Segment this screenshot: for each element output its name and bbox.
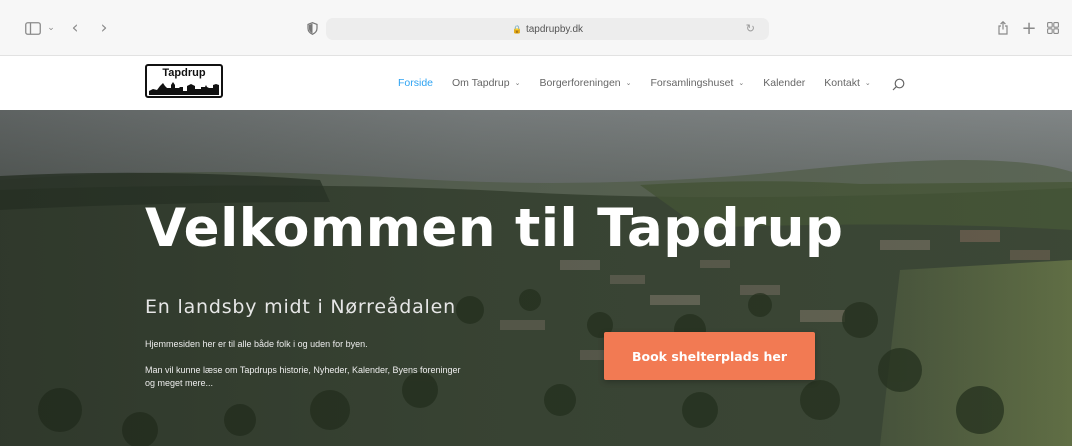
forward-icon[interactable]: › [97,18,111,38]
site-logo[interactable]: Tapdrup [145,64,223,98]
hero-subtitle: En landsby midt i Nørreådalen [145,296,456,318]
nav-item-borgerforeningen[interactable]: Borgerforeningen ⌄ [539,77,631,89]
url-text: tapdrupby.dk [525,23,584,35]
back-icon[interactable]: ‹ [68,18,82,38]
hero-section: Velkommen til Tapdrup En landsby midt i … [0,110,1072,446]
site-header: Tapdrup Forside Om Tapdrup ⌄ Borgerforeni… [0,56,1072,110]
nav-item-label: Forside [398,77,434,89]
chevron-down-icon: ⌄ [864,80,871,87]
hero-paragraph-intro: Hjemmesiden her er til alle både folk i … [145,339,368,349]
nav-item-kalender[interactable]: Kalender [763,77,805,89]
book-shelter-button[interactable]: Book shelterplads her [604,332,815,380]
plus-icon[interactable]: + [1021,18,1036,39]
nav-item-label: Kontakt [824,77,860,89]
village-silhouette-icon [149,82,219,95]
share-icon[interactable] [996,19,1010,37]
hero-overlay [0,110,1072,446]
nav-item-kontakt[interactable]: Kontakt ⌄ [824,77,870,89]
logo-text: Tapdrup [162,67,206,79]
sidebar-icon[interactable] [24,19,42,37]
nav-item-label: Forsamlingshuset [650,77,734,89]
hero-paragraph-details: Man vil kunne læse om Tapdrups historie,… [145,365,461,388]
nav-item-label: Borgerforeningen [539,77,621,89]
reload-icon[interactable]: ↻ [746,22,755,35]
chevron-down-icon: ⌄ [625,80,632,87]
browser-toolbar: ⌄ ‹ › 🔒 tapdrupby.dk ↻ + [0,0,1072,56]
nav-item-forsamlingshuset[interactable]: Forsamlingshuset ⌄ [651,77,745,89]
nav-item-label: Om Tapdrup [452,77,510,89]
chevron-down-icon[interactable]: ⌄ [46,19,56,37]
address-bar[interactable]: 🔒 tapdrupby.dk ↻ [326,18,769,40]
chevron-down-icon: ⌄ [738,80,745,87]
chevron-down-icon: ⌄ [514,80,521,87]
shield-icon[interactable] [305,19,319,37]
hero-title: Velkommen til Tapdrup [145,198,844,259]
lock-icon: 🔒 [511,24,522,34]
nav-item-label: Kalender [763,77,806,89]
tabs-grid-icon[interactable] [1046,19,1060,37]
main-nav: Forside Om Tapdrup ⌄ Borgerforeningen ⌄ Fo… [398,73,906,93]
search-icon[interactable] [892,76,906,91]
nav-item-om-tapdrup[interactable]: Om Tapdrup ⌄ [452,77,520,89]
nav-item-forside[interactable]: Forside [398,77,433,89]
